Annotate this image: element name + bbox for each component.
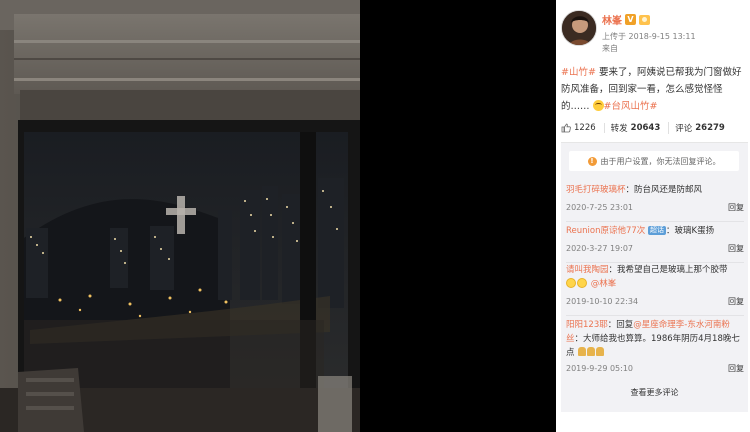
comment-mention[interactable]: @林峯 — [591, 279, 617, 289]
comment-button[interactable]: 评论 26279 — [675, 122, 733, 134]
comment-time: 2019-9-29 05:10 — [566, 364, 633, 373]
comment-text: ：玻璃K蛋扬 — [666, 226, 715, 236]
post-header: 林峯 V 上传于 2018-9-15 13:11 来自 — [556, 0, 750, 54]
comment-text: ：防台风还是防邮风 — [625, 185, 703, 195]
photo-window-scene — [0, 0, 360, 432]
crying-laugh-emoji-icon — [577, 278, 587, 288]
comment-time: 2020-7-25 23:01 — [566, 203, 633, 212]
pray-icon — [596, 347, 605, 356]
hashtag-link-2[interactable]: #台风山竹# — [604, 101, 658, 112]
comment-count: 26279 — [695, 123, 725, 133]
comment-author[interactable]: 羽毛打碎玻璃杯 — [566, 185, 626, 195]
comments-section: ! 由于用户设置，你无法回复评论。 羽毛打碎玻璃杯：防台风还是防邮风 2020-… — [561, 142, 748, 412]
comment-text: ：我希望自己是玻璃上那个胶带 — [608, 265, 728, 275]
reply-button[interactable]: 回复 — [728, 295, 744, 309]
reply-restricted-notice: ! 由于用户设置，你无法回复评论。 — [569, 151, 739, 171]
comment-item: 请叫我陶园：我希望自己是玻璃上那个胶带 @林峯 2019-10-10 22:34… — [566, 263, 744, 316]
avatar-image — [562, 11, 596, 45]
comment-label: 评论 — [675, 124, 693, 134]
post-meta: 上传于 2018-9-15 13:11 来自 — [602, 31, 696, 55]
like-count: 1226 — [574, 123, 596, 133]
repost-label: 转发 — [610, 124, 628, 134]
like-button[interactable]: 1226 — [561, 123, 605, 133]
post-photo[interactable] — [0, 0, 360, 432]
comment-author[interactable]: 阳阳123耶 — [566, 320, 608, 330]
author-name[interactable]: 林峯 V — [602, 12, 650, 27]
notice-text: 由于用户设置，你无法回复评论。 — [600, 156, 721, 166]
member-level-icon — [639, 14, 650, 25]
comment-author[interactable]: Reunion原谅他77次 — [566, 226, 645, 236]
weibo-post-panel: 林峯 V 上传于 2018-9-15 13:11 来自 #山竹# 要来了，阿姨说… — [556, 0, 750, 432]
post-actions: 1226 转发 20643 评论 26279 — [561, 121, 745, 135]
comment-item: 羽毛打碎玻璃杯：防台风还是防邮风 2020-7-25 23:01 回复 — [566, 183, 744, 222]
comment-author[interactable]: 请叫我陶园 — [566, 265, 609, 275]
post-text: #山竹# 要来了，阿姨说已帮我为门窗做好防风准备，回到家一看，怎么感觉怪怪的……… — [561, 64, 745, 115]
photo-viewer — [0, 0, 556, 432]
more-comments-link[interactable]: 查看更多评论 — [561, 387, 748, 398]
comment-divider — [566, 315, 744, 316]
repost-count: 20643 — [630, 123, 661, 133]
warning-icon: ! — [587, 156, 597, 166]
crying-laugh-emoji-icon — [566, 278, 576, 288]
repost-button[interactable]: 转发 20643 — [611, 122, 670, 134]
upload-time: 上传于 2018-9-15 13:11 — [602, 32, 696, 41]
reply-button[interactable]: 回复 — [728, 362, 744, 376]
awkward-emoji-icon — [592, 100, 604, 111]
comment-divider — [566, 221, 744, 222]
comment-reply-prefix: ：回复 — [607, 320, 634, 330]
pray-icon — [587, 347, 596, 356]
pray-icon — [578, 347, 587, 356]
comment-item: 阳阳123耶：回复@星座命理李-东水河南粉丝：大师给我也算算。1986年阴历4月… — [566, 318, 744, 376]
comment-time: 2020-3-27 19:07 — [566, 244, 633, 253]
hashtag-link[interactable]: #山竹# — [561, 67, 596, 78]
post-source: 来自 — [602, 44, 618, 53]
reply-button[interactable]: 回复 — [728, 242, 744, 256]
thumbs-up-icon — [561, 123, 571, 133]
avatar[interactable] — [561, 10, 597, 46]
reply-button[interactable]: 回复 — [728, 201, 744, 215]
verified-badge-icon: V — [625, 14, 636, 25]
comment-time: 2019-10-10 22:34 — [566, 297, 639, 306]
author-name-text[interactable]: 林峯 — [602, 12, 622, 27]
comment-item: Reunion原谅他77次 超话 ：玻璃K蛋扬 2020-3-27 19:07 回… — [566, 224, 744, 263]
super-topic-badge: 超话 — [648, 226, 666, 235]
